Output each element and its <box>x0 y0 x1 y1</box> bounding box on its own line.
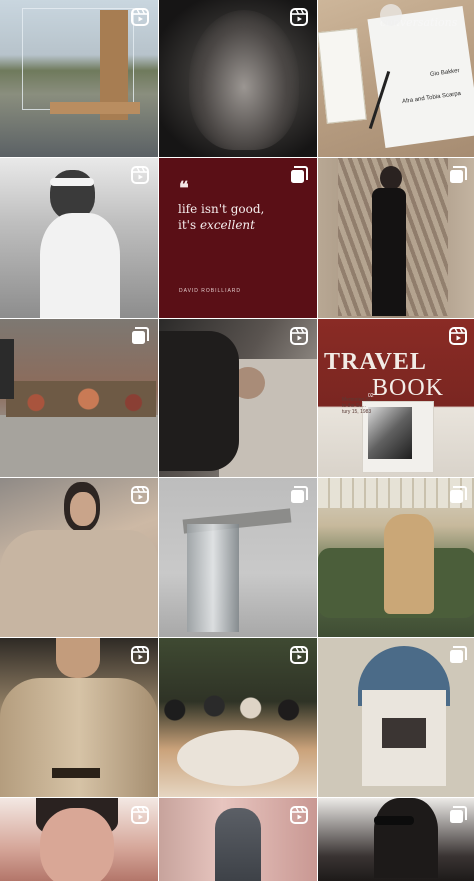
tablecloth <box>0 415 158 477</box>
post-tile-4[interactable] <box>0 158 158 318</box>
hair <box>374 798 438 878</box>
post-tile-3[interactable]: conversations Afra and Tobia Scarpa Gio … <box>318 0 474 157</box>
book-number: 02 <box>368 393 374 399</box>
black-outfit <box>159 331 239 471</box>
guests <box>159 690 317 730</box>
beige-outfit <box>384 514 434 614</box>
reel-icon <box>289 805 309 825</box>
black-dress <box>372 188 406 316</box>
post-tile-5[interactable]: ❝ life isn't good, it's excellent DAVID … <box>159 158 317 318</box>
book-caption: Memories Sa... to the Sc... tury 15, 198… <box>342 397 376 415</box>
quote-author: DAVID ROBILLIARD <box>179 288 242 294</box>
reel-icon <box>289 326 309 346</box>
reel-icon <box>289 7 309 27</box>
sculpture <box>215 808 261 881</box>
face <box>56 638 100 678</box>
post-tile-14[interactable] <box>159 638 317 797</box>
post-tile-16[interactable] <box>0 798 158 881</box>
belt <box>52 768 100 778</box>
framed-artwork <box>382 718 426 748</box>
reel-icon <box>289 645 309 665</box>
reel-icon <box>130 165 150 185</box>
reel-icon <box>448 326 468 346</box>
face <box>40 808 114 881</box>
quote-line-2-plain: it's <box>178 218 197 232</box>
quote-mark: ❝ <box>179 178 189 199</box>
quote-line-2: it's excellent <box>178 218 255 232</box>
round-table <box>177 730 299 786</box>
post-grid: conversations Afra and Tobia Scarpa Gio … <box>0 0 474 881</box>
white-dress <box>40 213 120 318</box>
post-tile-1[interactable] <box>0 0 158 157</box>
post-tile-9[interactable]: TRAVEL BOOK Memories Sa... to the Sc... … <box>318 319 474 477</box>
post-tile-6[interactable] <box>318 158 474 318</box>
flower-centerpiece <box>6 381 156 417</box>
ribbed-top <box>0 530 158 637</box>
glass-sculpture <box>187 524 239 632</box>
reel-icon <box>130 645 150 665</box>
person-left <box>0 339 14 399</box>
trench-coat <box>0 678 158 797</box>
head <box>380 166 402 190</box>
reel-icon <box>130 805 150 825</box>
sunglasses <box>50 178 94 186</box>
reel-icon <box>130 7 150 27</box>
post-tile-15[interactable] <box>318 638 474 797</box>
post-tile-17[interactable] <box>159 798 317 881</box>
post-tile-11[interactable] <box>159 478 317 637</box>
quote-line-1: life isn't good, <box>178 202 265 216</box>
portrait-face <box>189 10 299 150</box>
carousel-icon <box>448 485 468 505</box>
post-tile-13[interactable] <box>0 638 158 797</box>
book-title-line-1: TRAVEL <box>324 349 427 375</box>
post-tile-18[interactable] <box>318 798 474 881</box>
sunglasses <box>374 816 414 825</box>
wood-bench <box>50 102 140 114</box>
carousel-icon <box>448 165 468 185</box>
post-tile-10[interactable] <box>0 478 158 637</box>
carousel-icon <box>289 165 309 185</box>
carousel-icon <box>130 326 150 346</box>
face <box>70 492 96 526</box>
carousel-icon <box>448 645 468 665</box>
carousel-icon <box>448 805 468 825</box>
carousel-icon <box>289 485 309 505</box>
quote-line-2-italic: excellent <box>199 218 255 232</box>
post-tile-8[interactable] <box>159 319 317 477</box>
post-tile-12[interactable] <box>318 478 474 637</box>
reel-icon <box>130 485 150 505</box>
notebook <box>318 28 367 124</box>
post-tile-7[interactable] <box>0 319 158 477</box>
book-title-line-2: BOOK <box>372 375 445 401</box>
post-tile-2[interactable] <box>159 0 317 157</box>
glass-object <box>380 4 402 26</box>
